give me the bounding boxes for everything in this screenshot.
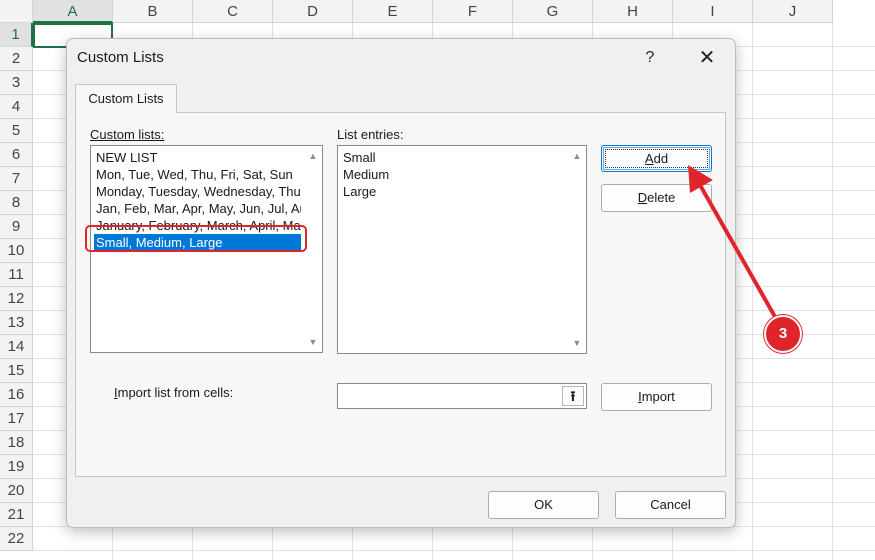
custom-list-item[interactable]: Jan, Feb, Mar, Apr, May, Jun, Jul, Aug, … bbox=[94, 200, 301, 217]
delete-label-accel: D bbox=[637, 190, 648, 205]
list-entries-textbox[interactable]: Small Medium Large ▲ ▼ bbox=[337, 145, 587, 354]
collapse-dialog-icon[interactable]: ⭱ bbox=[562, 386, 584, 406]
row-header-19[interactable]: 19 bbox=[0, 455, 33, 479]
custom-lists-label: Custom lists: bbox=[90, 127, 164, 142]
list-entries-label-text: List entries: bbox=[337, 127, 404, 142]
row-header-8[interactable]: 8 bbox=[0, 191, 33, 215]
delete-button[interactable]: Delete bbox=[601, 184, 712, 212]
row-header-7[interactable]: 7 bbox=[0, 167, 33, 191]
custom-list-item[interactable]: Mon, Tue, Wed, Thu, Fri, Sat, Sun bbox=[94, 166, 301, 183]
column-header-f[interactable]: F bbox=[433, 0, 513, 23]
tab-custom-lists[interactable]: Custom Lists bbox=[75, 84, 177, 113]
import-range-input[interactable]: ⭱ bbox=[337, 383, 587, 409]
row-header-21[interactable]: 21 bbox=[0, 503, 33, 527]
row-header-9[interactable]: 9 bbox=[0, 215, 33, 239]
row-header-17[interactable]: 17 bbox=[0, 407, 33, 431]
row-header-10[interactable]: 10 bbox=[0, 239, 33, 263]
row-header-20[interactable]: 20 bbox=[0, 479, 33, 503]
list-entries-scroll-down-icon[interactable]: ▼ bbox=[571, 338, 583, 348]
delete-label-rest: elete bbox=[647, 190, 676, 205]
row-header-3[interactable]: 3 bbox=[0, 71, 33, 95]
ok-button[interactable]: OK bbox=[488, 491, 599, 519]
tab-panel: Custom lists: NEW LIST Mon, Tue, Wed, Thu… bbox=[75, 112, 726, 477]
row-header-4[interactable]: 4 bbox=[0, 95, 33, 119]
row-header-1[interactable]: 1 bbox=[0, 23, 33, 47]
list-entries-label: List entries: bbox=[337, 127, 403, 142]
column-header-c[interactable]: C bbox=[193, 0, 273, 23]
dialog-title: Custom Lists bbox=[77, 49, 164, 66]
custom-lists-dialog: Custom Lists ? ✕ Custom Lists Custom lis… bbox=[66, 38, 736, 528]
column-header-i[interactable]: I bbox=[673, 0, 753, 23]
step-number-badge: 3 bbox=[764, 315, 802, 353]
import-button[interactable]: Import bbox=[601, 383, 712, 411]
row-header-22[interactable]: 22 bbox=[0, 527, 33, 551]
row-header-13[interactable]: 13 bbox=[0, 311, 33, 335]
row-header-11[interactable]: 11 bbox=[0, 263, 33, 287]
column-header-j[interactable]: J bbox=[753, 0, 833, 23]
row-header-14[interactable]: 14 bbox=[0, 335, 33, 359]
list-entry-line: Small bbox=[343, 150, 376, 165]
row-header-15[interactable]: 15 bbox=[0, 359, 33, 383]
list-entry-line: Medium bbox=[343, 167, 390, 182]
column-header-h[interactable]: H bbox=[593, 0, 673, 23]
column-header-e[interactable]: E bbox=[353, 0, 433, 23]
import-from-label-rest: mport list from cells: bbox=[117, 385, 234, 400]
custom-lists-scroll-up-icon[interactable]: ▲ bbox=[307, 151, 319, 161]
custom-lists-scroll-down-icon[interactable]: ▼ bbox=[307, 337, 319, 347]
column-header-g[interactable]: G bbox=[513, 0, 593, 23]
row-header-6[interactable]: 6 bbox=[0, 143, 33, 167]
add-button-label: Add bbox=[645, 151, 668, 166]
select-all-corner[interactable] bbox=[0, 0, 33, 23]
import-from-label: Import list from cells: bbox=[114, 385, 233, 400]
close-button[interactable]: ✕ bbox=[693, 45, 721, 71]
selected-list-highlight bbox=[85, 225, 307, 252]
row-header-5[interactable]: 5 bbox=[0, 119, 33, 143]
custom-list-item[interactable]: NEW LIST bbox=[94, 149, 301, 166]
import-label-rest: mport bbox=[641, 389, 675, 404]
add-button[interactable]: Add bbox=[601, 145, 712, 172]
grid-line bbox=[33, 550, 875, 551]
add-label-accel: A bbox=[644, 151, 654, 166]
list-entries-scroll-up-icon[interactable]: ▲ bbox=[571, 151, 583, 161]
grid-line bbox=[832, 23, 833, 560]
list-entry-line: Large bbox=[343, 184, 377, 199]
row-header-12[interactable]: 12 bbox=[0, 287, 33, 311]
column-header-b[interactable]: B bbox=[113, 0, 193, 23]
row-header-16[interactable]: 16 bbox=[0, 383, 33, 407]
add-label-rest: dd bbox=[653, 151, 669, 166]
column-header-d[interactable]: D bbox=[273, 0, 353, 23]
grid-line bbox=[752, 23, 753, 560]
custom-lists-label-text: Custom lists: bbox=[90, 127, 165, 142]
row-header-2[interactable]: 2 bbox=[0, 47, 33, 71]
cancel-button[interactable]: Cancel bbox=[615, 491, 726, 519]
custom-list-item[interactable]: Monday, Tuesday, Wednesday, Thursday, Fr… bbox=[94, 183, 301, 200]
row-header-18[interactable]: 18 bbox=[0, 431, 33, 455]
column-header-a[interactable]: A bbox=[33, 0, 113, 23]
help-button[interactable]: ? bbox=[637, 47, 663, 69]
